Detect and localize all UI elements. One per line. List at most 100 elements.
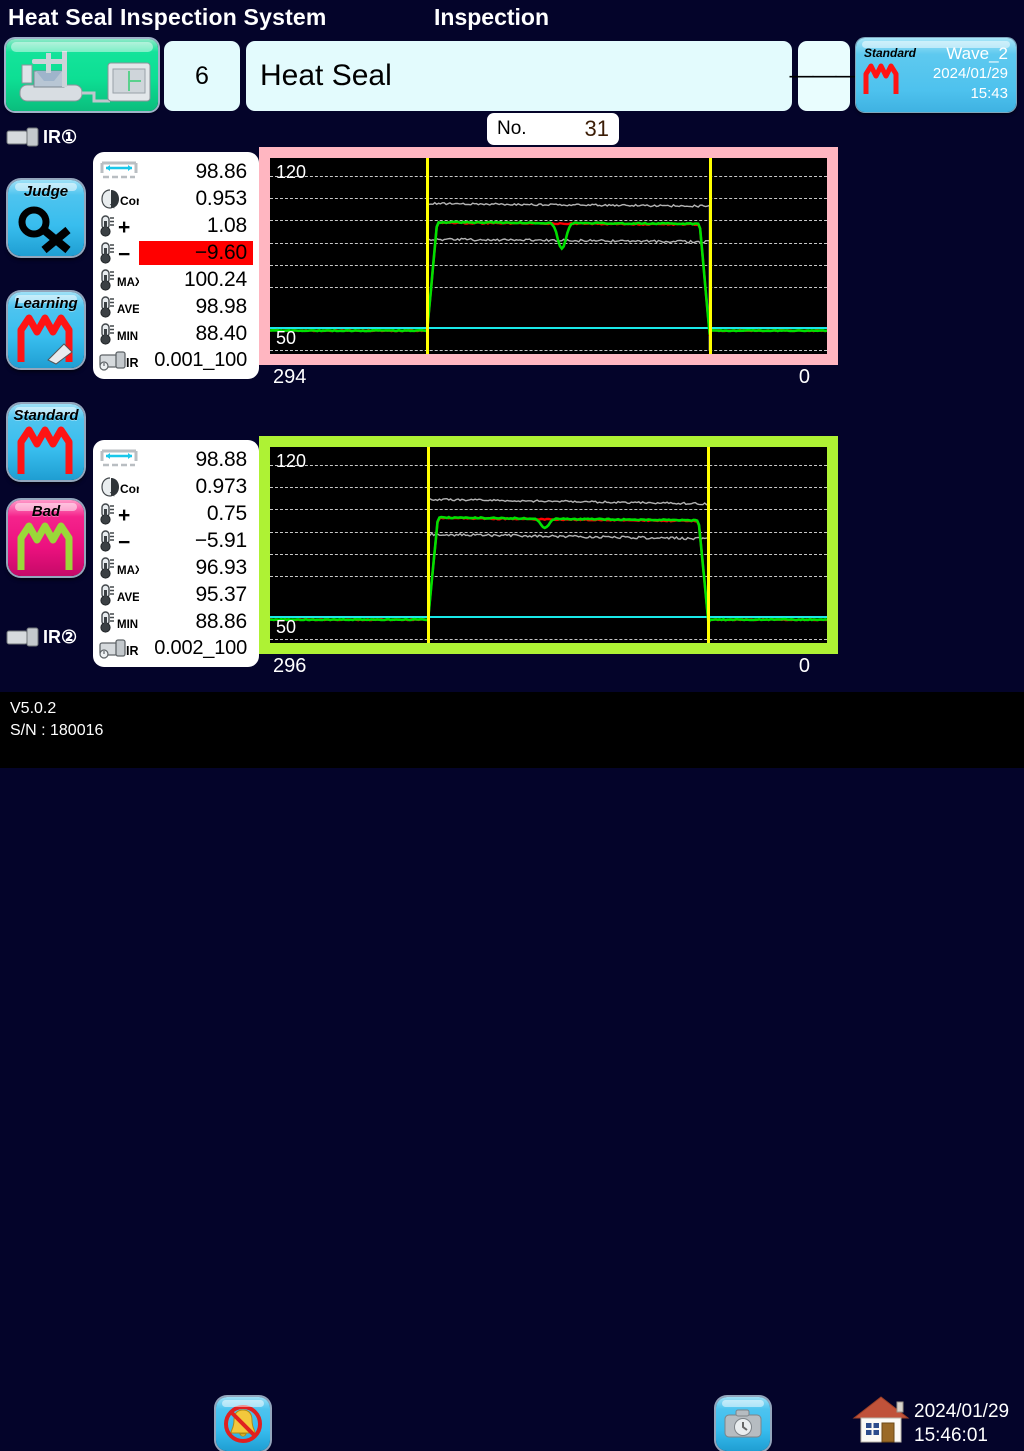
measurement-row: IR0.002_100: [99, 635, 253, 662]
clock: 2024/01/29 15:46:01: [914, 1400, 1009, 1448]
svg-text:MAX: MAX: [117, 277, 139, 289]
chart-frame-ok: 120 50: [259, 436, 838, 654]
waveform-chart-ir1: 120 50 294 0: [259, 147, 838, 392]
measurement-value: 0.973: [139, 475, 253, 499]
svg-text:−: −: [118, 531, 130, 553]
measurement-row: MIN88.86: [99, 608, 253, 635]
measurement-row: Corr0.953: [99, 185, 253, 212]
measured-trace: [270, 517, 827, 623]
reference-trace: [270, 518, 827, 622]
svg-text:Corr: Corr: [120, 194, 139, 208]
svg-text:AVE: AVE: [117, 304, 139, 316]
standard-wave-button[interactable]: Standard Wave_2 2024/01/29 15:43: [856, 38, 1016, 112]
standard-button[interactable]: Standard: [8, 404, 84, 480]
home-icon: [852, 1394, 910, 1444]
button-gloss: [222, 1400, 264, 1407]
cursor-line-1[interactable]: [427, 447, 430, 643]
measurement-row: 98.86: [99, 158, 253, 185]
measurement-value: 95.37: [139, 583, 253, 607]
waveform-traces: [270, 158, 827, 354]
x-axis-left-label: 296: [273, 655, 306, 678]
page-title: Heat Seal Inspection System: [8, 4, 327, 31]
plot-area: 120 50: [270, 158, 827, 354]
button-gloss: [722, 1400, 764, 1407]
capture-button[interactable]: [716, 1397, 770, 1451]
cursor-line-2[interactable]: [707, 447, 710, 643]
svg-text:+: +: [118, 504, 130, 526]
ir-camera-icon: IR: [99, 349, 141, 373]
measurement-row: MAX100.24: [99, 266, 253, 293]
ir-camera-icon: [6, 626, 40, 648]
y-axis-top-label: 120: [276, 451, 306, 472]
version-text: V5.0.2: [10, 698, 103, 720]
bad-button-label: Bad: [8, 503, 84, 520]
circle-cross-icon: [8, 204, 84, 254]
measurement-value: 1.08: [139, 214, 253, 238]
x-axis-left-label: 294: [273, 366, 306, 389]
svg-text:MIN: MIN: [117, 619, 138, 631]
thermometer-minus-icon: −: [99, 529, 139, 553]
mode-title: Inspection: [434, 4, 549, 31]
program-name[interactable]: Heat Seal: [246, 41, 792, 111]
thermometer-ave-icon: AVE: [99, 295, 139, 319]
thermometer-max-icon: MAX: [99, 556, 139, 580]
wave-badge-label: Standard: [864, 46, 916, 60]
judge-button[interactable]: Judge: [8, 180, 84, 256]
chart-frame-ng: 120 50: [259, 147, 838, 365]
x-axis: 296 0: [259, 655, 838, 681]
inspection-number-label: No.: [497, 118, 527, 140]
thermometer-minus-icon: −: [99, 241, 139, 265]
judge-button-label: Judge: [8, 183, 84, 200]
inspection-number-value: 31: [585, 116, 609, 142]
footer-bar: V5.0.2 S/N : 180016: [0, 692, 1024, 768]
x-axis-right-label: 0: [799, 366, 810, 389]
measurement-row: AVE95.37: [99, 581, 253, 608]
ir1-label-group: IR①: [6, 126, 77, 148]
thermometer-min-icon: MIN: [99, 322, 139, 346]
measurement-row: MIN88.40: [99, 320, 253, 347]
correlation-icon: Corr: [99, 187, 139, 211]
measurement-row: Corr0.973: [99, 473, 253, 500]
waveform-chart-ir2: 120 50 296 0: [259, 436, 838, 681]
measurement-value: 96.93: [139, 556, 253, 580]
x-axis: 294 0: [259, 366, 838, 392]
svg-text:+: +: [118, 216, 130, 238]
button-gloss: [11, 42, 153, 52]
thermometer-plus-icon: +: [99, 214, 139, 238]
svg-text:IR: IR: [126, 644, 139, 658]
measurement-row: −−5.91: [99, 527, 253, 554]
thermometer-max-icon: MAX: [99, 268, 139, 292]
measurement-value: 98.86: [139, 160, 253, 184]
measurement-row: +0.75: [99, 500, 253, 527]
x-axis-right-label: 0: [799, 655, 810, 678]
mute-button[interactable]: [216, 1397, 270, 1451]
wave-name: Wave_2: [933, 44, 1008, 64]
measurement-value: 0.001_100: [141, 349, 253, 372]
svg-text:MIN: MIN: [117, 331, 138, 343]
wave-time: 15:43: [933, 84, 1008, 104]
y-axis-bottom-label: 50: [276, 328, 296, 349]
svg-text:Corr: Corr: [120, 482, 139, 496]
measurement-value: 100.24: [139, 268, 253, 292]
waveform-pencil-icon: [8, 314, 84, 366]
svg-text:MAX: MAX: [117, 565, 139, 577]
home-button[interactable]: [852, 1394, 910, 1449]
y-axis-bottom-label: 50: [276, 617, 296, 638]
y-axis-top-label: 120: [276, 162, 306, 183]
measurement-value: 0.002_100: [141, 637, 253, 660]
correlation-icon: Corr: [99, 475, 139, 499]
learning-button[interactable]: Learning: [8, 292, 84, 368]
measured-trace: [270, 222, 827, 332]
measurement-row: MAX96.93: [99, 554, 253, 581]
secondary-value-box[interactable]: ———: [798, 41, 850, 111]
waveform-traces: [270, 447, 827, 643]
cursor-line-2[interactable]: [709, 158, 712, 354]
serial-text: S/N : 180016: [10, 720, 103, 742]
app-root: Heat Seal Inspection System Inspection 6…: [0, 0, 1024, 768]
measurement-value: 88.86: [139, 610, 253, 634]
machine-status-button[interactable]: [6, 39, 158, 111]
program-number[interactable]: 6: [164, 41, 240, 111]
ir2-label-group: IR②: [6, 626, 77, 648]
cursor-line-1[interactable]: [426, 158, 429, 354]
bad-button[interactable]: Bad: [8, 500, 84, 576]
